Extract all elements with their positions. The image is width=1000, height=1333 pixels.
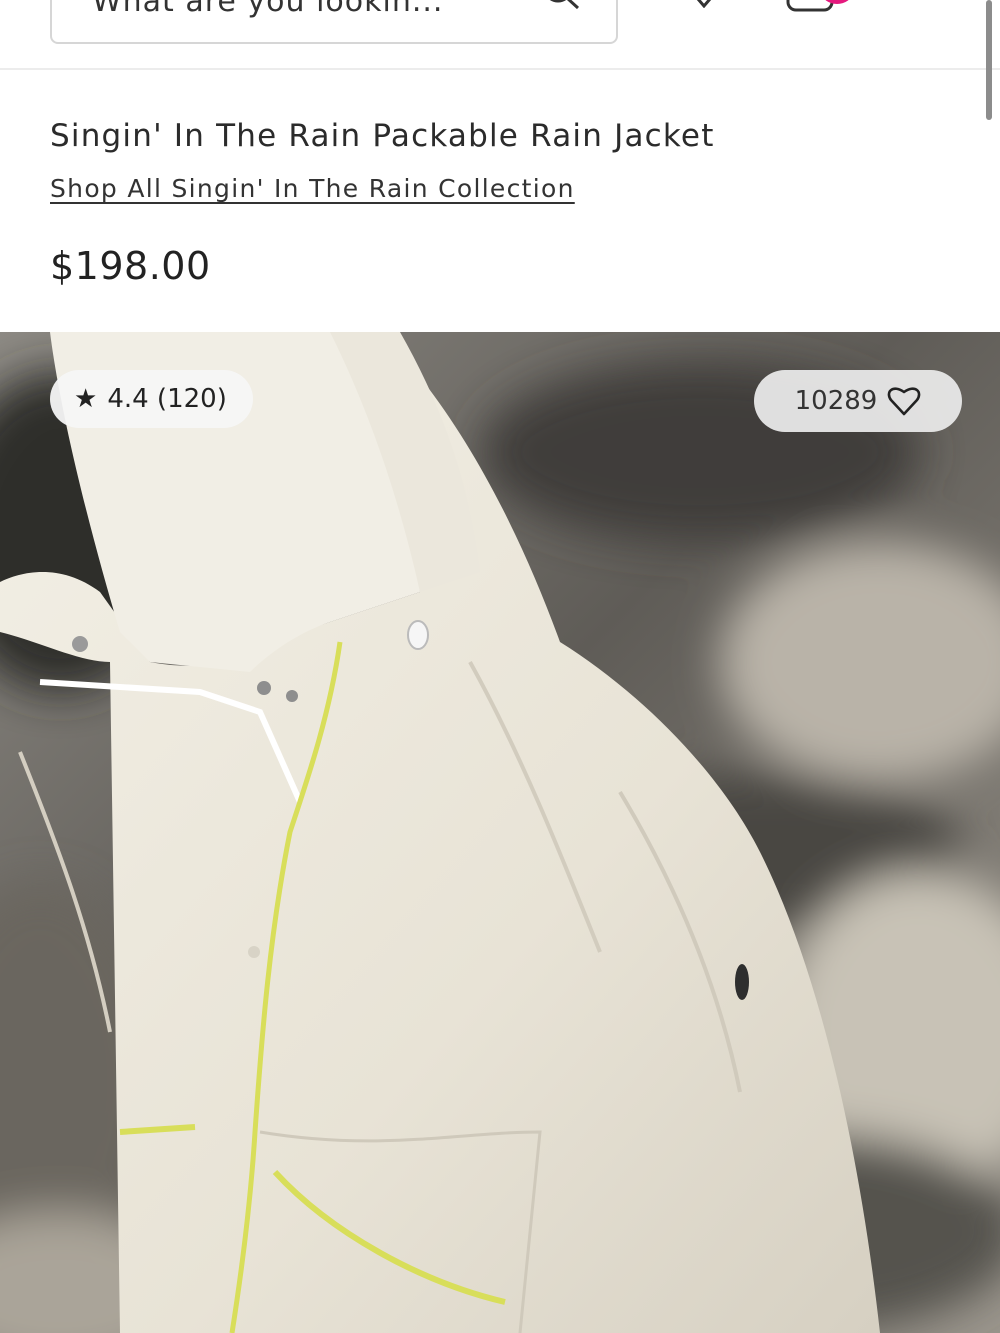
- hamburger-menu-icon[interactable]: [900, 0, 942, 4]
- rating-value: 4.4 (120): [107, 384, 227, 414]
- wishlist-button[interactable]: 10289: [754, 370, 962, 432]
- shop-collection-link[interactable]: Shop All Singin' In The Rain Collection: [50, 174, 575, 203]
- star-icon: ★: [74, 384, 98, 414]
- wishlist-count: 10289: [794, 386, 878, 416]
- heart-outline-icon: [888, 387, 921, 416]
- product-price: $198.00: [50, 244, 211, 288]
- product-photo: [0, 332, 1000, 1333]
- site-header: What are you lookin...: [0, 0, 1000, 70]
- search-input[interactable]: What are you lookin...: [50, 0, 618, 44]
- search-icon[interactable]: [542, 0, 582, 18]
- rating-badge[interactable]: ★ 4.4 (120): [50, 370, 253, 428]
- product-image[interactable]: [0, 332, 1000, 1333]
- heart-icon[interactable]: [684, 0, 724, 8]
- search-input-text: What are you lookin...: [92, 0, 444, 19]
- product-title: Singin' In The Rain Packable Rain Jacket: [50, 118, 715, 154]
- page-scrollbar[interactable]: [986, 0, 992, 120]
